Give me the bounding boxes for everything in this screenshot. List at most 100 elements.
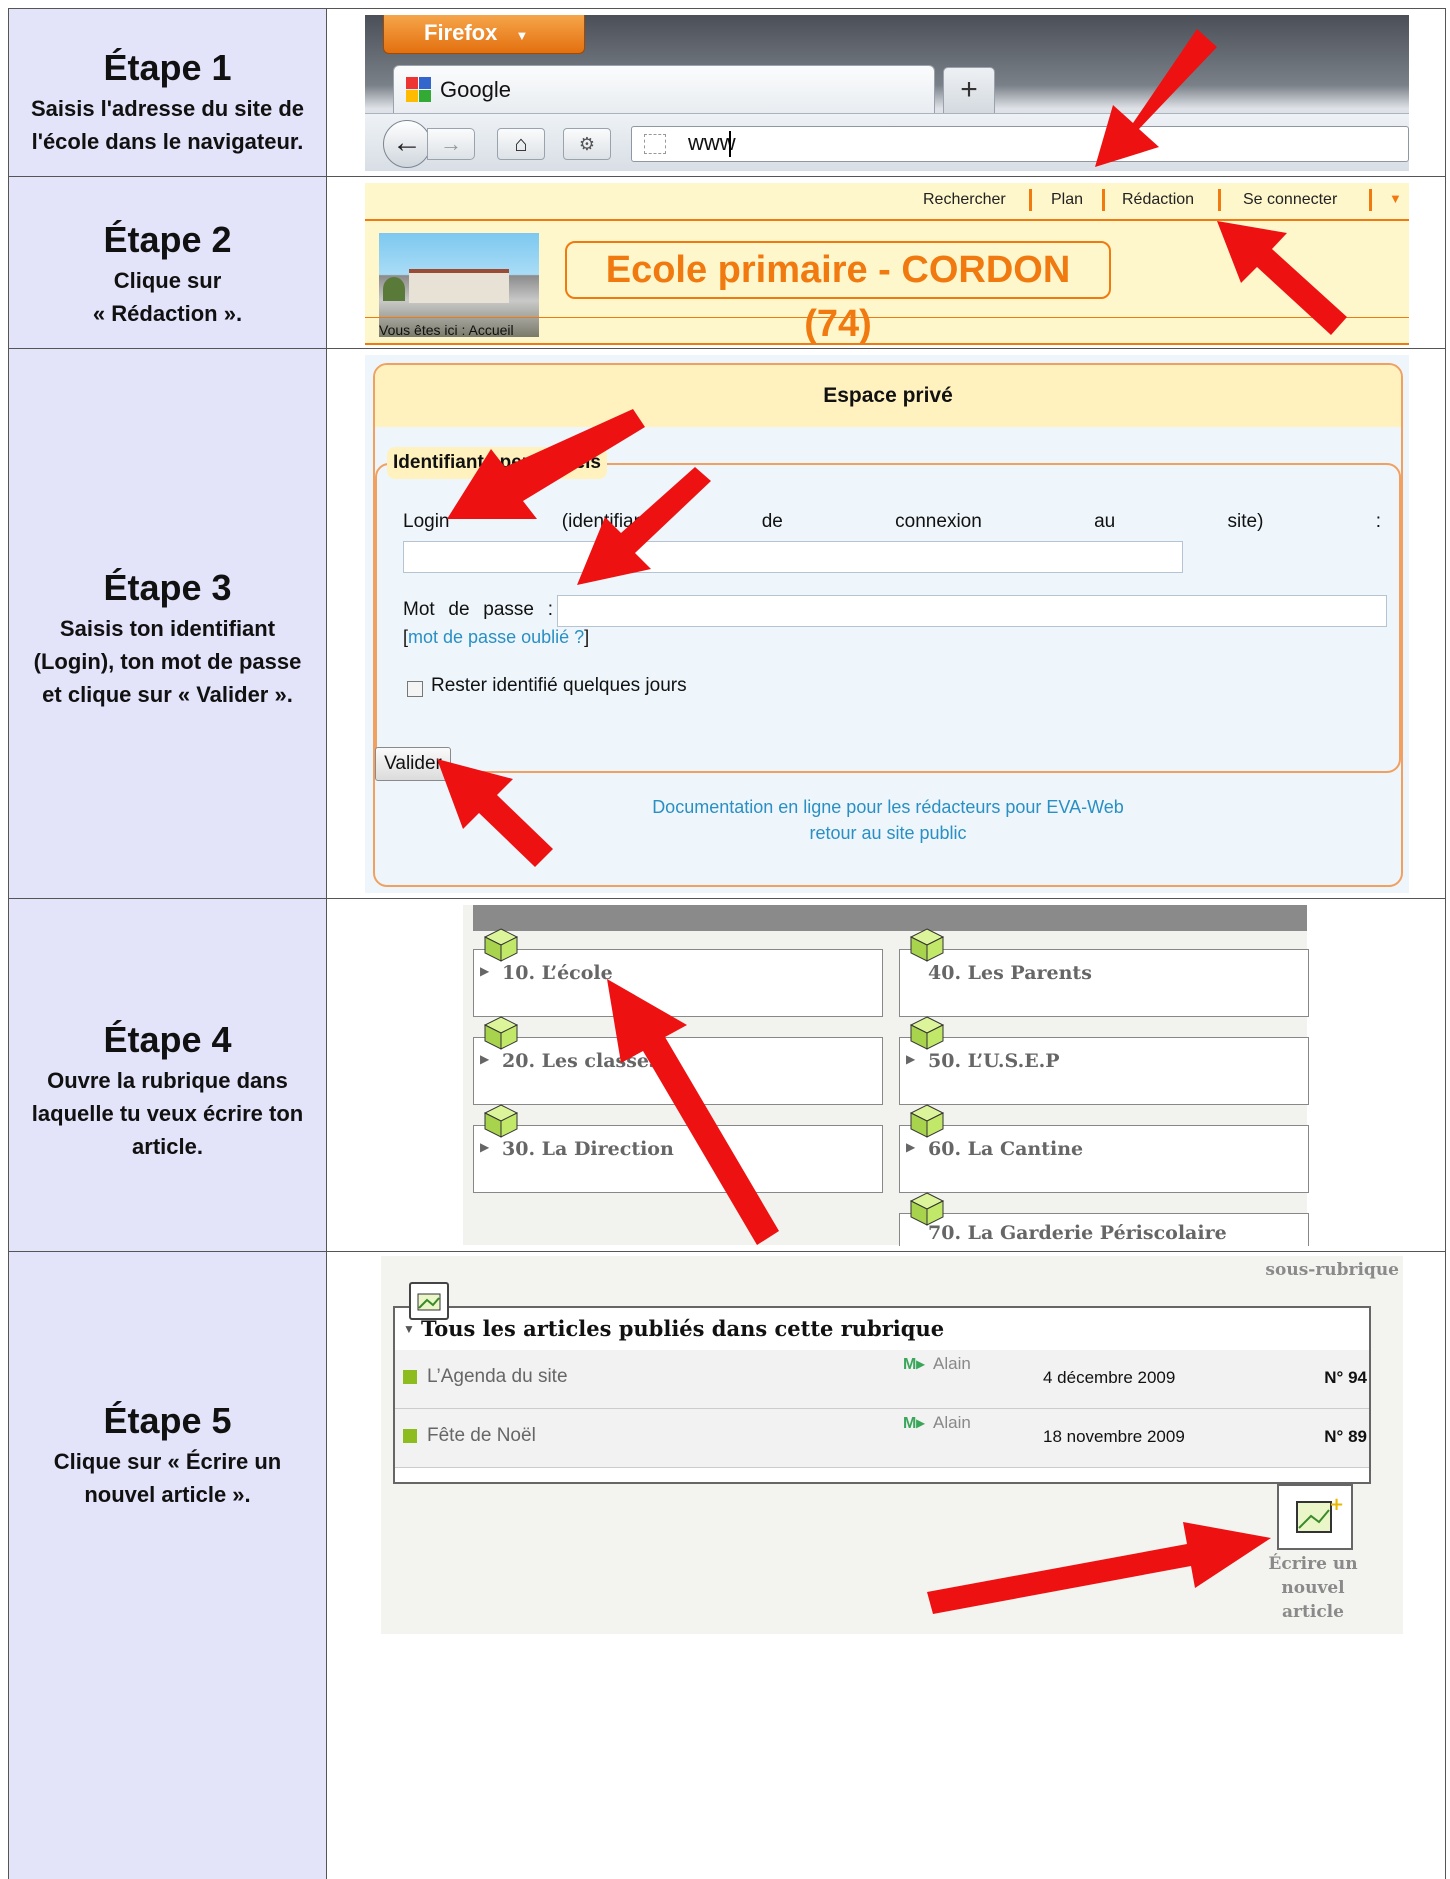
article-title[interactable]: L’Agenda du site — [427, 1366, 568, 1388]
breadcrumb: Vous êtes ici : Accueil — [379, 322, 514, 338]
site-title: Ecole primaire - CORDON (74) — [565, 241, 1111, 345]
step-2-row: Étape 2 Clique sur « Rédaction ». Recher… — [9, 177, 1445, 349]
step-4-desc-line-3: article. — [132, 1134, 203, 1159]
expand-triangle-icon: ▶ — [480, 964, 490, 978]
step-4-title: Étape 4 — [103, 1019, 232, 1060]
article-row[interactable]: Fête de Noël M▸ Alain 18 novembre 2009 N… — [395, 1409, 1369, 1468]
documentation-link[interactable]: Documentation en ligne pour les rédacteu… — [652, 797, 1124, 817]
school-building — [409, 269, 509, 303]
arrow-to-password-input — [577, 467, 711, 585]
firefox-menu-label: Firefox — [424, 20, 498, 45]
step-1-desc-line-2: l'école dans le navigateur. — [31, 129, 304, 154]
articles-box: ▼ Tous les articles publiés dans cette r… — [393, 1306, 1371, 1484]
article-title[interactable]: Fête de Noël — [427, 1425, 536, 1447]
step-5-desc-line-1: Clique sur « Écrire un — [53, 1449, 282, 1474]
remember-me-checkbox[interactable] — [407, 681, 423, 697]
article-author[interactable]: Alain — [933, 1413, 971, 1433]
arrow-to-redaction — [1217, 221, 1347, 335]
home-icon[interactable]: ⌂ — [497, 128, 545, 160]
step-4-desc-line-1: Ouvre la rubrique dans — [47, 1068, 288, 1093]
tree — [383, 277, 405, 301]
text-cursor — [729, 131, 731, 157]
step-1-desc-line-1: Saisis l'adresse du site de — [30, 96, 305, 121]
step-1-title: Étape 1 — [103, 47, 232, 88]
tab-google-label: Google — [440, 77, 511, 102]
steps-table: Étape 1 Saisis l'adresse du site de l'éc… — [8, 8, 1446, 1879]
arrow-to-valider — [437, 759, 553, 867]
url-bar[interactable]: www — [631, 126, 1409, 162]
step-3-desc-line-3: et clique sur « Valider ». — [42, 682, 293, 707]
folder-box-icon — [483, 927, 519, 963]
expand-triangle-icon: ▶ — [480, 1052, 490, 1066]
arrow-to-url-bar — [1095, 29, 1217, 167]
step-5-row: Étape 5 Clique sur « Écrire un nouvel ar… — [9, 1252, 1445, 1879]
rubrique-70-label: 70. La Garderie Périscolaire — [928, 1222, 1227, 1244]
expand-triangle-icon: ▶ — [480, 1140, 490, 1154]
article-number: N° 94 — [1324, 1368, 1367, 1387]
nav-toolbar: ← → ⌂ ⚙ www — [365, 113, 1409, 171]
article-row[interactable]: L’Agenda du site M▸ Alain 4 décembre 200… — [395, 1350, 1369, 1409]
step-2-desc-line-1: Clique sur — [113, 268, 222, 293]
back-to-site-link[interactable]: retour au site public — [809, 823, 966, 843]
sous-rubrique-label: sous-rubrique — [1265, 1260, 1399, 1280]
remember-me-label: Rester identifié quelques jours — [431, 675, 687, 696]
sync-icon[interactable]: ⚙ — [563, 128, 611, 160]
tab-google[interactable]: Google — [393, 65, 935, 114]
password-input[interactable] — [557, 595, 1387, 627]
step-4-row: Étape 4 Ouvre la rubrique dans laquelle … — [9, 899, 1445, 1252]
rubrique-50-label: 50. L’U.S.E.P — [928, 1050, 1060, 1072]
step-3-row: Étape 3 Saisis ton identifiant (Login), … — [9, 349, 1445, 899]
collapse-triangle-icon[interactable]: ▼ — [403, 1322, 415, 1336]
forward-arrow-icon[interactable]: → — [427, 128, 475, 160]
article-date: 18 novembre 2009 — [1043, 1427, 1185, 1446]
menu-separator — [1369, 189, 1372, 211]
forgot-password-link[interactable]: mot de passe oublié ? — [408, 627, 584, 647]
step-3-desc-line-2: (Login), ton mot de passe — [33, 649, 302, 674]
article-author[interactable]: Alain — [933, 1354, 971, 1374]
step-2-desc-line-2: « Rédaction ». — [92, 301, 243, 326]
rubrique-50[interactable]: ▶ 50. L’U.S.E.P — [899, 1037, 1309, 1105]
menu-se-connecter[interactable]: Se connecter — [1243, 191, 1337, 209]
author-mail-icon: M▸ — [903, 1356, 925, 1373]
back-arrow-icon[interactable]: ← — [383, 120, 431, 168]
login-input[interactable] — [403, 541, 1183, 573]
article-status-icon — [403, 1429, 417, 1443]
folder-box-icon — [909, 1103, 945, 1139]
rubrique-40[interactable]: 40. Les Parents — [899, 949, 1309, 1017]
step-1-label-cell: Étape 1 Saisis l'adresse du site de l'éc… — [9, 9, 327, 176]
rubrique-40-label: 40. Les Parents — [928, 962, 1092, 984]
article-date: 4 décembre 2009 — [1043, 1368, 1176, 1387]
folder-box-icon — [909, 1015, 945, 1051]
menu-plan[interactable]: Plan — [1051, 191, 1083, 209]
step-3-screenshot-cell: Espace privé Identifiants personnels Log… — [327, 349, 1445, 898]
site-identity-icon — [644, 134, 666, 154]
menu-separator — [1029, 189, 1032, 211]
author-mail-icon: M▸ — [903, 1415, 925, 1432]
step-3-title: Étape 3 — [103, 567, 232, 608]
rubrique-10-label: 10. L’école — [502, 962, 613, 984]
dropdown-triangle-icon[interactable]: ▼ — [1389, 191, 1402, 206]
step-5-label-cell: Étape 5 Clique sur « Écrire un nouvel ar… — [9, 1252, 327, 1879]
folder-box-icon — [909, 927, 945, 963]
menu-rechercher[interactable]: Rechercher — [923, 191, 1006, 209]
firefox-menu-button[interactable]: Firefox ▼ — [383, 15, 585, 54]
chevron-down-icon: ▼ — [515, 28, 529, 43]
rubriques-header-bar — [473, 905, 1307, 931]
arrow-to-new-article — [927, 1522, 1271, 1614]
new-article-button[interactable]: + — [1277, 1484, 1353, 1550]
folder-box-icon — [483, 1015, 519, 1051]
article-number: N° 89 — [1324, 1427, 1367, 1446]
folder-box-icon — [483, 1103, 519, 1139]
new-article-icon: + — [1296, 1494, 1344, 1533]
rubrique-70[interactable]: 70. La Garderie Périscolaire — [899, 1213, 1309, 1246]
step-5-desc-line-2: nouvel article ». — [84, 1482, 251, 1507]
password-label: Mot de passe : — [403, 599, 553, 620]
new-tab-button[interactable]: + — [943, 67, 995, 115]
menu-redaction[interactable]: Rédaction — [1122, 191, 1194, 209]
svg-text:+: + — [1329, 1494, 1344, 1515]
article-image-icon — [409, 1282, 449, 1320]
rubrique-60[interactable]: ▶ 60. La Cantine — [899, 1125, 1309, 1193]
menu-separator — [1218, 189, 1221, 211]
folder-box-icon — [909, 1191, 945, 1227]
step-2-label-cell: Étape 2 Clique sur « Rédaction ». — [9, 177, 327, 348]
